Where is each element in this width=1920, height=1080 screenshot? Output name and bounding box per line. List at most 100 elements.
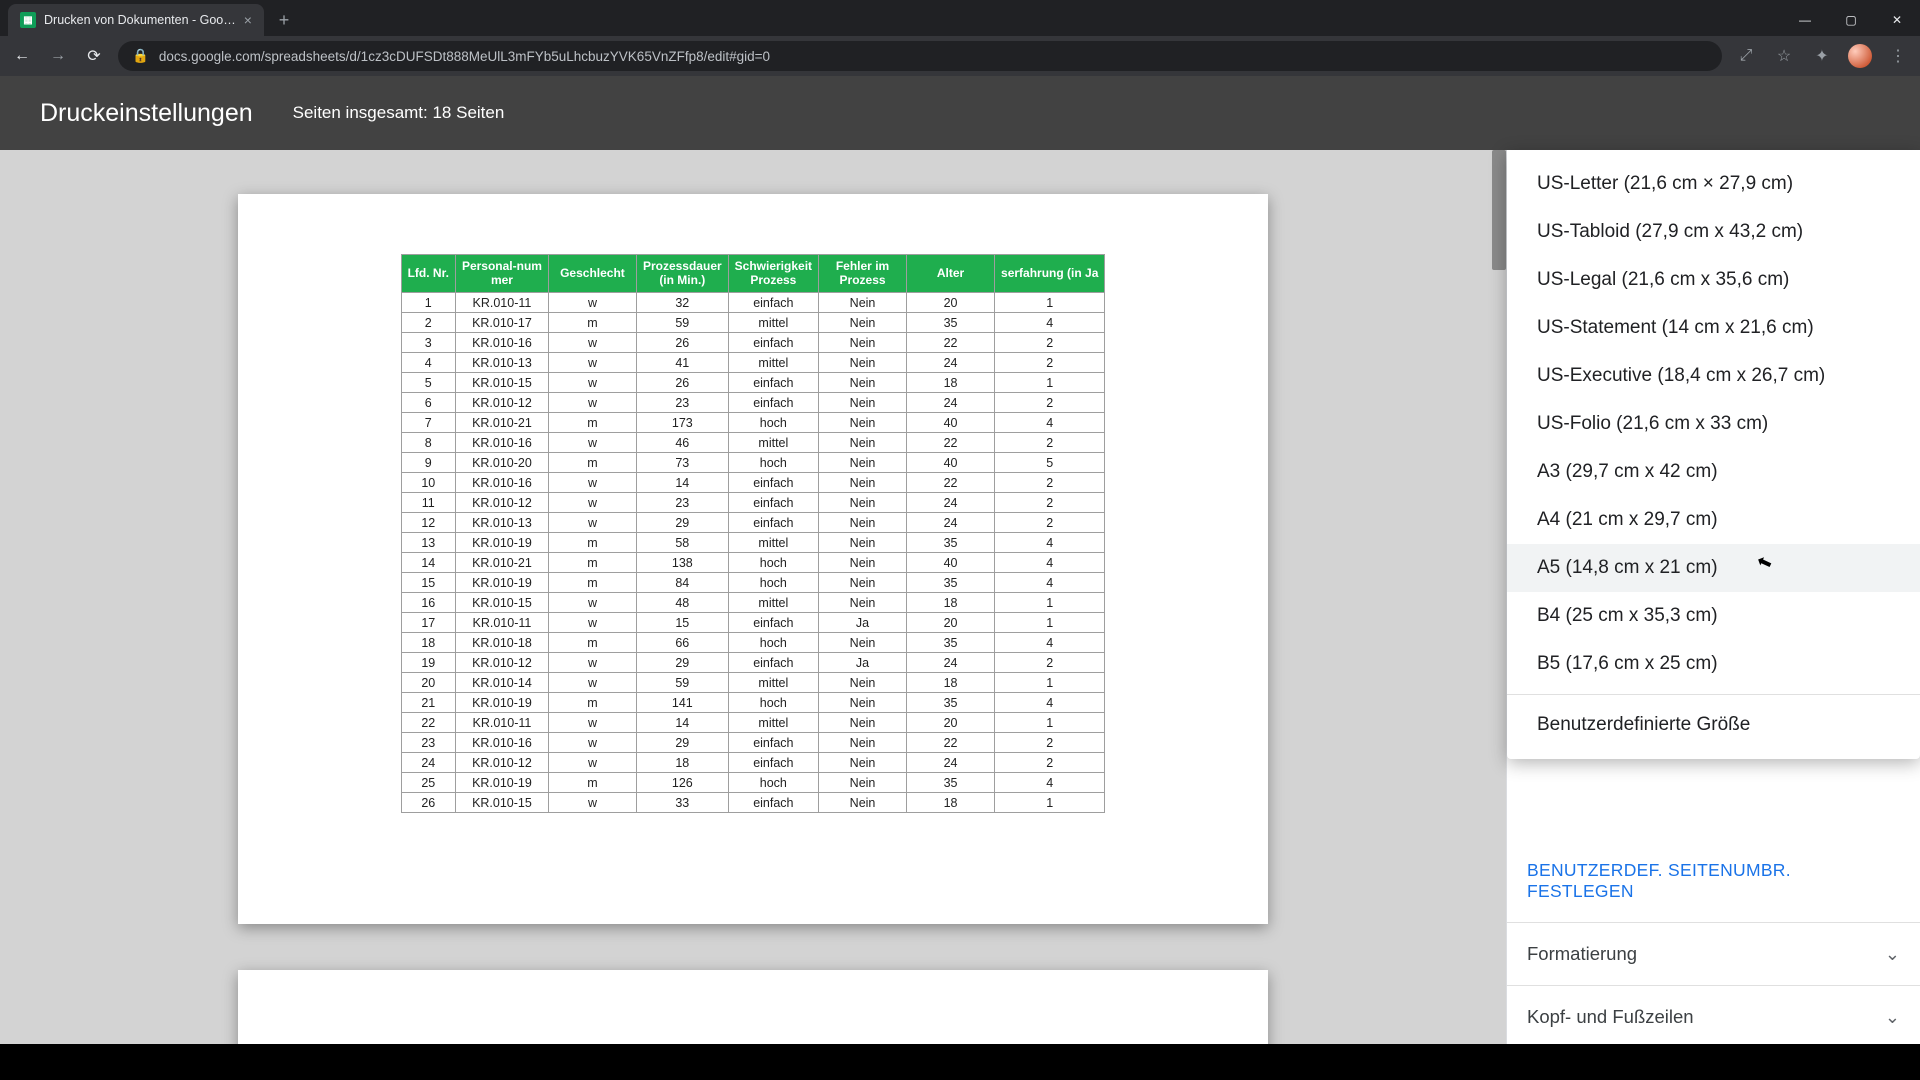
table-cell: w [548,793,636,813]
column-header: Geschlecht [548,255,636,293]
table-cell: 2 [995,333,1105,353]
paper-size-option[interactable]: US-Tabloid (27,9 cm x 43,2 cm) [1507,208,1920,256]
table-cell: w [548,713,636,733]
table-cell: 84 [636,573,728,593]
table-cell: m [548,573,636,593]
table-cell: KR.010-18 [455,633,548,653]
table-row: 3KR.010-16w26einfachNein222 [401,333,1105,353]
paper-size-option[interactable]: US-Letter (21,6 cm × 27,9 cm) [1507,160,1920,208]
paper-size-option[interactable]: B5 (17,6 cm x 25 cm) [1507,640,1920,688]
paper-size-option[interactable]: A4 (21 cm x 29,7 cm) [1507,496,1920,544]
table-cell: 2 [401,313,455,333]
profile-avatar[interactable] [1848,44,1872,68]
table-cell: 2 [995,753,1105,773]
paper-size-option[interactable]: US-Executive (18,4 cm x 26,7 cm) [1507,352,1920,400]
table-cell: KR.010-12 [455,393,548,413]
paper-size-option[interactable]: US-Statement (14 cm x 21,6 cm) [1507,304,1920,352]
table-cell: w [548,733,636,753]
paper-size-custom-option[interactable]: Benutzerdefinierte Größe [1507,701,1920,749]
table-cell: 24 [907,513,995,533]
table-row: 15KR.010-19m84hochNein354 [401,573,1105,593]
table-row: 5KR.010-15w26einfachNein181 [401,373,1105,393]
table-cell: 1 [995,593,1105,613]
nav-back-icon[interactable]: ← [10,47,34,65]
table-row: 16KR.010-15w48mittelNein181 [401,593,1105,613]
table-cell: w [548,473,636,493]
table-cell: KR.010-13 [455,353,548,373]
section-formatting[interactable]: Formatierung ⌄ [1507,922,1920,985]
table-cell: hoch [728,773,818,793]
table-row: 6KR.010-12w23einfachNein242 [401,393,1105,413]
paper-size-option[interactable]: US-Folio (21,6 cm x 33 cm) [1507,400,1920,448]
table-cell: 20 [907,293,995,313]
preview-scrollbar[interactable] [1492,150,1506,270]
address-bar[interactable]: 🔒 docs.google.com/spreadsheets/d/1cz3cDU… [118,41,1722,71]
table-cell: 2 [995,733,1105,753]
table-row: 13KR.010-19m58mittelNein354 [401,533,1105,553]
table-cell: KR.010-12 [455,493,548,513]
window-close-button[interactable]: ✕ [1874,4,1920,36]
table-cell: w [548,293,636,313]
nav-reload-icon[interactable]: ⟳ [82,46,106,66]
table-cell: 24 [907,493,995,513]
table-cell: w [548,513,636,533]
bookmark-star-icon[interactable]: ☆ [1772,46,1796,66]
data-table: Lfd. Nr.Personal-nummerGeschlechtProzess… [401,254,1106,813]
table-cell: 2 [995,653,1105,673]
preview-page-1: Lfd. Nr.Personal-nummerGeschlechtProzess… [238,194,1268,924]
table-cell: 1 [995,613,1105,633]
paper-size-option[interactable]: A5 (14,8 cm x 21 cm) [1507,544,1920,592]
extensions-icon[interactable]: ✦ [1810,46,1834,66]
table-cell: 9 [401,453,455,473]
paper-size-option[interactable]: US-Legal (21,6 cm x 35,6 cm) [1507,256,1920,304]
table-cell: 14 [636,713,728,733]
table-row: 18KR.010-18m66hochNein354 [401,633,1105,653]
table-cell: KR.010-11 [455,613,548,633]
table-cell: mittel [728,673,818,693]
paper-size-option[interactable]: B4 (25 cm x 35,3 cm) [1507,592,1920,640]
zoom-icon[interactable]: ⤢ [1734,47,1758,65]
table-row: 25KR.010-19m126hochNein354 [401,773,1105,793]
browser-menu-icon[interactable]: ⋮ [1886,46,1910,66]
table-cell: Nein [819,693,907,713]
dropdown-divider [1507,694,1920,695]
window-minimize-button[interactable]: — [1782,4,1828,36]
table-row: 14KR.010-21m138hochNein404 [401,553,1105,573]
table-cell: 22 [907,333,995,353]
table-cell: Nein [819,773,907,793]
table-cell: 18 [907,593,995,613]
table-cell: m [548,533,636,553]
table-cell: 4 [995,633,1105,653]
table-cell: 2 [995,393,1105,413]
paper-size-option[interactable]: A3 (29,7 cm x 42 cm) [1507,448,1920,496]
table-cell: 8 [401,433,455,453]
tab-close-icon[interactable]: × [244,12,252,28]
table-cell: 20 [401,673,455,693]
print-preview-area[interactable]: Lfd. Nr.Personal-nummerGeschlechtProzess… [0,150,1506,1044]
table-cell: hoch [728,453,818,473]
chevron-down-icon: ⌄ [1885,944,1900,965]
table-cell: 22 [907,733,995,753]
table-cell: Nein [819,313,907,333]
column-header: Prozessdauer(in Min.) [636,255,728,293]
paper-size-dropdown[interactable]: US-Letter (21,6 cm × 27,9 cm)US-Tabloid … [1507,150,1920,759]
window-maximize-button[interactable]: ▢ [1828,4,1874,36]
table-cell: KR.010-15 [455,793,548,813]
table-row: 19KR.010-12w29einfachJa242 [401,653,1105,673]
section-headers-label: Kopf- und Fußzeilen [1527,1006,1694,1028]
table-cell: einfach [728,333,818,353]
custom-page-breaks-button[interactable]: BENUTZERDEF. SEITENUMBR. FESTLEGEN [1507,840,1920,922]
new-tab-button[interactable]: + [270,6,298,34]
table-cell: einfach [728,513,818,533]
table-cell: 48 [636,593,728,613]
table-cell: KR.010-16 [455,733,548,753]
table-cell: hoch [728,573,818,593]
table-cell: m [548,313,636,333]
table-cell: KR.010-19 [455,693,548,713]
table-cell: 40 [907,413,995,433]
table-cell: 4 [995,553,1105,573]
section-headers-footers[interactable]: Kopf- und Fußzeilen ⌄ [1507,985,1920,1048]
table-cell: KR.010-21 [455,553,548,573]
column-header: Lfd. Nr. [401,255,455,293]
browser-tab[interactable]: ▦ Drucken von Dokumenten - Goo… × [8,4,264,36]
